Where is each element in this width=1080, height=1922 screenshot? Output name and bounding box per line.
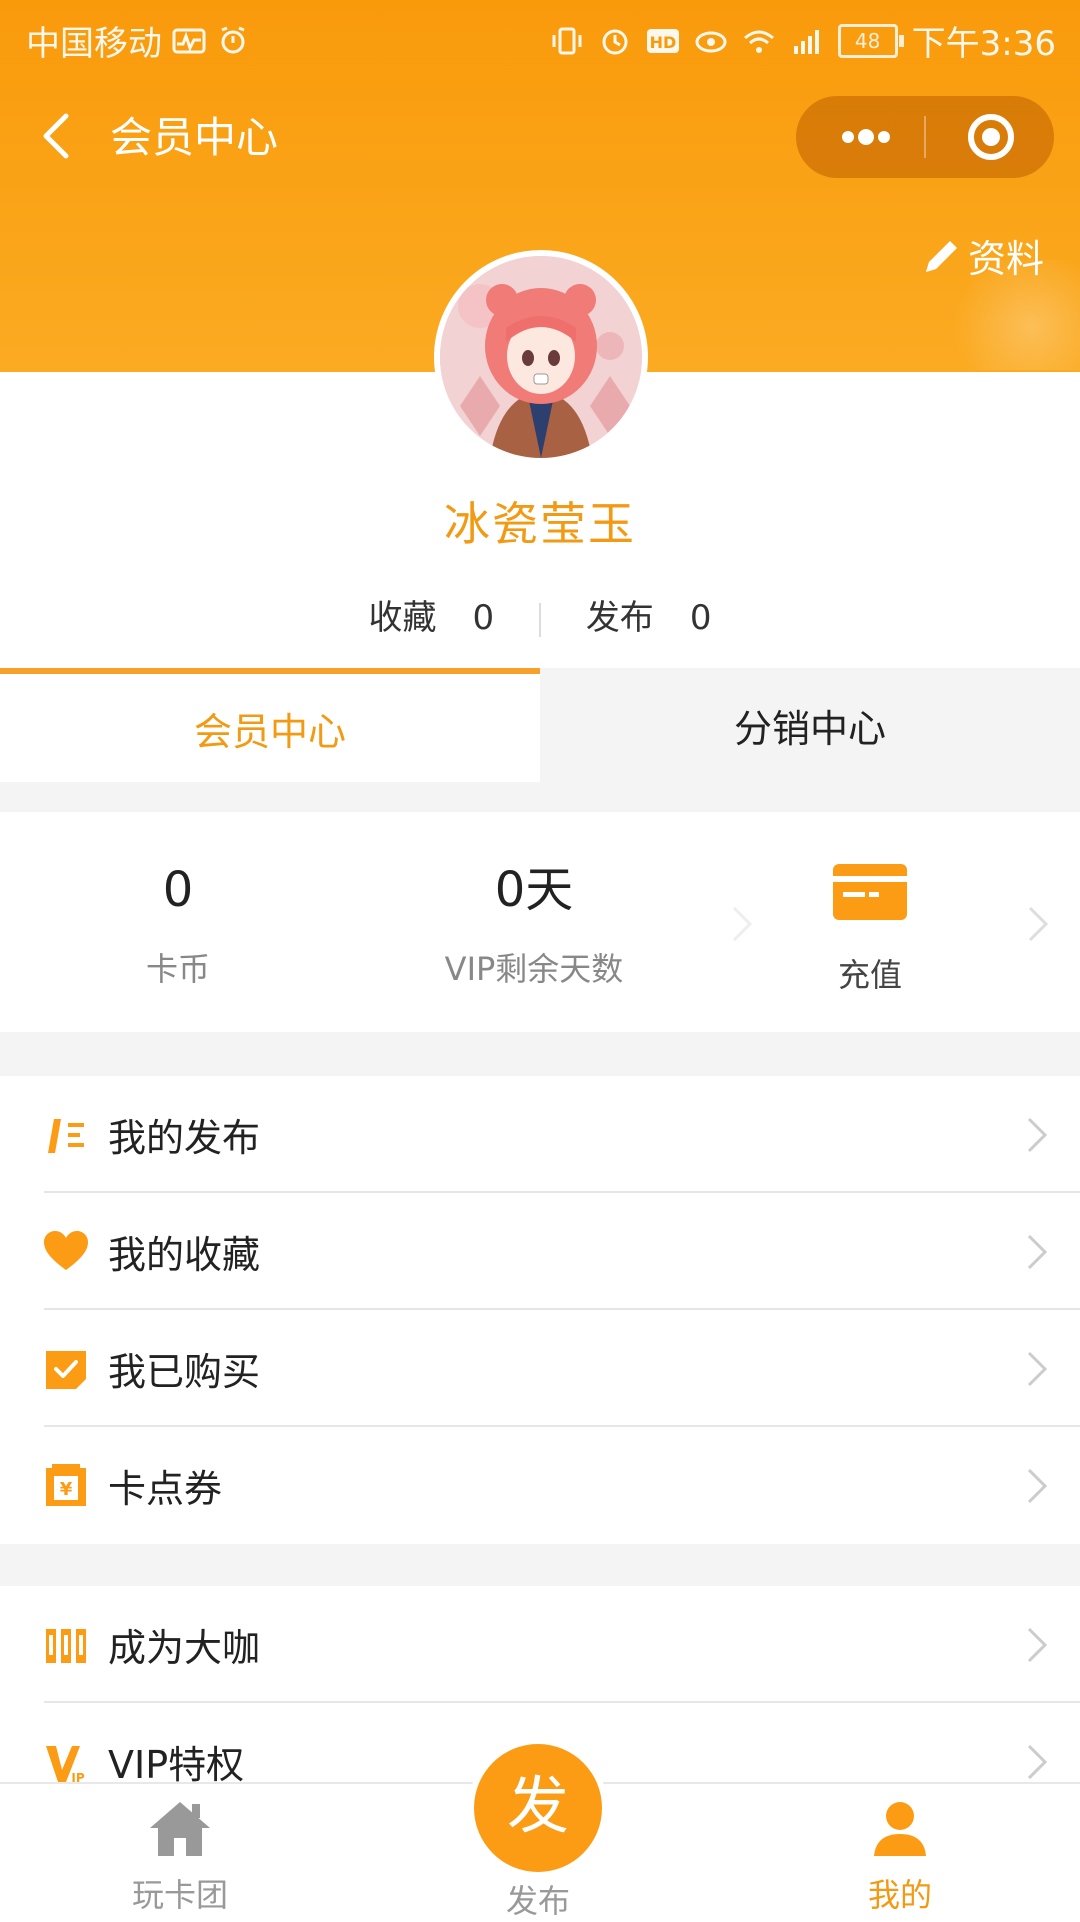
vip-icon: IP — [46, 1746, 85, 1784]
coins-value: 0 — [162, 862, 194, 918]
menu-label: 我的发布 — [108, 1116, 261, 1160]
chevron-right-icon — [1027, 1351, 1048, 1387]
coins-stat[interactable]: 0 卡币 — [98, 860, 258, 990]
wallet-card: 0 卡币 0天 VIP剩余天数 充值 — [0, 812, 1080, 1032]
edit-profile-button[interactable]: 资料 — [920, 228, 1044, 283]
chevron-right-icon — [1027, 1468, 1048, 1504]
signal-icon — [793, 29, 819, 54]
back-arrow-icon[interactable] — [36, 108, 80, 164]
alarm-icon — [602, 29, 628, 54]
wifi-icon — [743, 30, 774, 53]
carrier-label: 中国移动 — [26, 24, 162, 64]
menu-label: VIP特权 — [108, 1743, 245, 1787]
alarm-clock-icon — [221, 26, 245, 53]
mini-program-capsule — [796, 96, 1054, 178]
vip-days-label: VIP剩余天数 — [444, 950, 624, 988]
chevron-right-icon — [1027, 1234, 1048, 1270]
favorites-stat[interactable]: 收藏 0 — [369, 598, 505, 638]
capsule-divider — [924, 116, 926, 158]
posts-label: 发布 — [585, 598, 654, 638]
coins-label: 卡币 — [145, 950, 210, 988]
posts-count: 0 — [689, 598, 712, 638]
menu-item-my-posts[interactable]: 我的发布 — [0, 1076, 1080, 1193]
status-bar: 中国移动 HD 48 下午3:36 — [0, 0, 1080, 76]
chevron-right-icon — [1027, 1117, 1048, 1153]
purchased-icon — [46, 1351, 86, 1389]
favorites-label: 收藏 — [368, 598, 437, 638]
menu-label: 我已购买 — [108, 1350, 261, 1394]
svg-text:¥: ¥ — [60, 1479, 73, 1500]
profile-stats: 收藏 0 发布 0 — [0, 590, 1080, 639]
vip-chevron-icon — [732, 906, 753, 942]
menu-label: 卡点券 — [108, 1467, 223, 1511]
nav-home-label: 玩卡团 — [131, 1876, 228, 1914]
vip-days-value: 0天 — [494, 862, 574, 918]
stats-divider — [539, 602, 541, 637]
edit-profile-label: 资料 — [968, 237, 1045, 281]
tab-distribution-center[interactable]: 分销中心 — [540, 668, 1080, 782]
menu-label: 我的收藏 — [108, 1233, 261, 1277]
recharge-label: 充值 — [837, 956, 902, 994]
menu-item-become-expert[interactable]: 成为大咖 — [0, 1586, 1080, 1703]
recharge-chevron-icon — [1028, 906, 1049, 942]
chevron-right-icon — [1027, 1744, 1048, 1780]
hd-icon: HD — [646, 28, 679, 53]
menu-item-purchased[interactable]: 我已购买 — [0, 1310, 1080, 1427]
favorites-count: 0 — [472, 598, 495, 638]
nav-mine-label: 我的 — [867, 1876, 932, 1914]
page-title: 会员中心 — [110, 113, 279, 162]
tab-member-center[interactable]: 会员中心 — [0, 668, 540, 782]
vip-expert-icon — [46, 1629, 86, 1663]
user-icon — [874, 1802, 926, 1856]
heart-icon — [44, 1231, 88, 1270]
nav-mine[interactable]: 我的 — [800, 1784, 1000, 1922]
publish-button[interactable]: 发 — [474, 1744, 602, 1872]
menu-item-coupons[interactable]: ¥ 卡点券 — [0, 1427, 1080, 1544]
post-icon — [48, 1119, 84, 1153]
recharge-button[interactable]: 充值 — [790, 862, 950, 996]
menu-group-main: 我的发布 我的收藏 我已购买 ¥ 卡点券 — [0, 1076, 1080, 1544]
eye-icon — [695, 31, 727, 52]
svg-text:HD: HD — [649, 33, 676, 52]
username: 冰瓷莹玉 — [444, 497, 636, 551]
avatar[interactable] — [434, 250, 648, 464]
menu-item-my-favorites[interactable]: 我的收藏 — [0, 1193, 1080, 1310]
activity-icon — [172, 28, 206, 53]
menu-label: 成为大咖 — [108, 1626, 261, 1670]
nav-publish-label: 发布 — [505, 1882, 570, 1920]
home-icon — [150, 1802, 210, 1856]
more-dots-icon[interactable] — [824, 96, 904, 178]
coupon-icon: ¥ — [46, 1464, 86, 1506]
pencil-icon — [926, 240, 957, 272]
clock-label: 下午3:36 — [911, 24, 1056, 64]
center-tabs: 会员中心 分销中心 — [0, 668, 1080, 782]
posts-stat[interactable]: 发布 0 — [586, 598, 712, 638]
vibrate-icon — [552, 27, 582, 54]
battery-indicator: 48 — [837, 23, 904, 58]
chevron-right-icon — [1027, 1627, 1048, 1663]
avatar-illustration — [440, 256, 642, 458]
card-icon — [833, 864, 907, 920]
vip-days-stat[interactable]: 0天 VIP剩余天数 — [404, 860, 664, 990]
close-target-icon[interactable] — [946, 96, 1036, 178]
nav-home[interactable]: 玩卡团 — [80, 1784, 280, 1922]
